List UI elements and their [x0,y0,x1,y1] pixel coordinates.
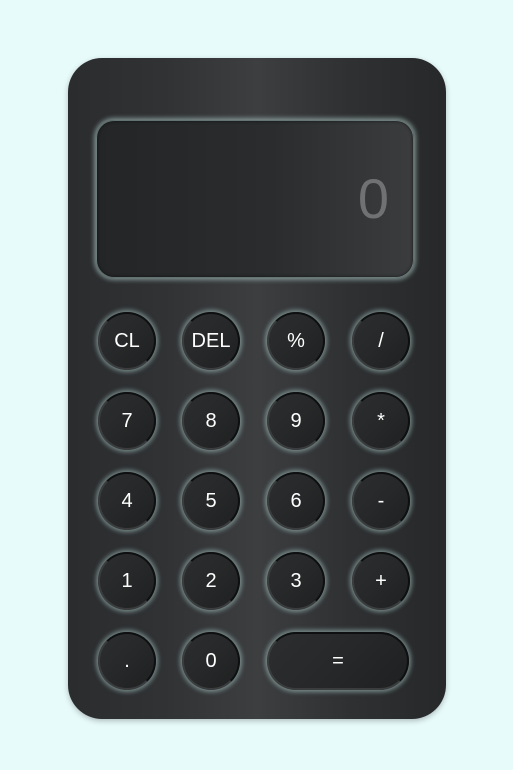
add-button[interactable]: + [352,552,410,610]
digit-2-button[interactable]: 2 [182,552,240,610]
digit-7-button[interactable]: 7 [98,392,156,450]
display-value: 0 [357,167,389,230]
clear-button[interactable]: CL [98,312,156,370]
decimal-point-button[interactable]: . [98,632,156,690]
calculator-display: 0 [96,120,414,278]
delete-button[interactable]: DEL [182,312,240,370]
percent-button[interactable]: % [267,312,325,370]
digit-6-button[interactable]: 6 [267,472,325,530]
divide-button[interactable]: / [352,312,410,370]
equals-button[interactable]: = [267,632,409,690]
digit-4-button[interactable]: 4 [98,472,156,530]
digit-9-button[interactable]: 9 [267,392,325,450]
digit-0-button[interactable]: 0 [182,632,240,690]
digit-1-button[interactable]: 1 [98,552,156,610]
digit-3-button[interactable]: 3 [267,552,325,610]
subtract-button[interactable]: - [352,472,410,530]
calculator-body: 0 CL DEL % / 7 8 9 * 4 5 6 - 1 2 3 + . 0… [68,58,446,719]
multiply-button[interactable]: * [352,392,410,450]
digit-5-button[interactable]: 5 [182,472,240,530]
digit-8-button[interactable]: 8 [182,392,240,450]
